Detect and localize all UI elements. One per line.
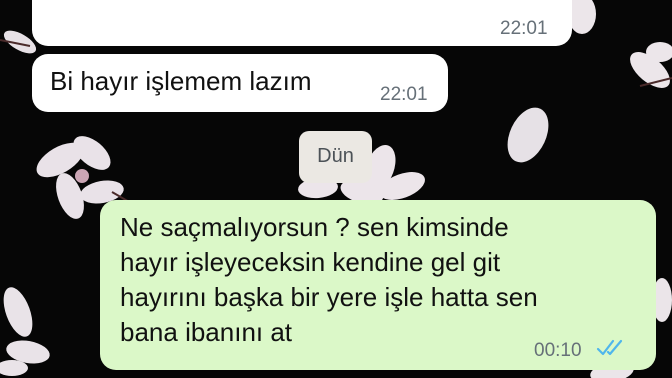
blossom-flower bbox=[0, 287, 50, 376]
blossom-flower bbox=[568, 0, 672, 88]
message-text-line: hayırını başka bir yere işle hatta sen bbox=[120, 282, 538, 312]
message-timestamp: 22:01 bbox=[380, 84, 428, 105]
message-timestamp: 00:10 bbox=[534, 340, 582, 361]
message-text-line: Ne saçmalıyorsun ? sen kimsinde bbox=[120, 212, 509, 242]
message-timestamp: 22:01 bbox=[500, 18, 548, 39]
incoming-message-bubble[interactable]: 22:01 bbox=[32, 0, 572, 46]
date-separator-label: Dün bbox=[317, 145, 354, 167]
message-text-line: bana ibanını at bbox=[120, 317, 293, 347]
outgoing-message-bubble[interactable]: Ne saçmalıyorsun ? sen kimsinde hayır iş… bbox=[100, 200, 656, 370]
date-separator: Dün bbox=[299, 131, 372, 183]
message-text: Bi hayır işlemem lazım bbox=[50, 66, 312, 96]
double-check-read-icon bbox=[596, 339, 623, 356]
incoming-message-bubble[interactable]: Bi hayır işlemem lazım 22:01 bbox=[32, 54, 448, 112]
blossom-petal bbox=[507, 107, 549, 163]
message-text-line: hayır işleyeceksin kendine gel git bbox=[120, 247, 501, 277]
